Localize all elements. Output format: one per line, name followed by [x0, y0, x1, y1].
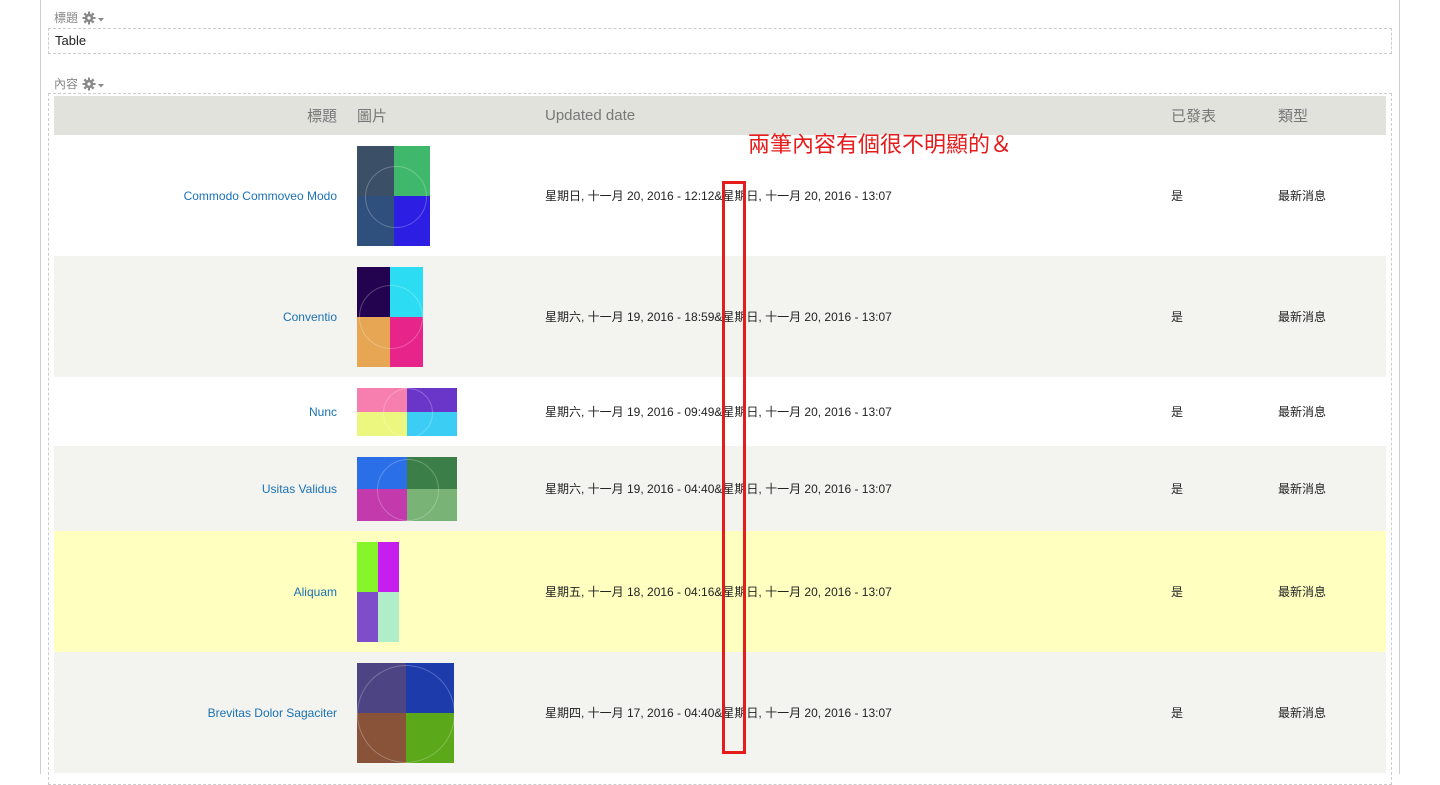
row-thumbnail[interactable] — [357, 541, 399, 642]
row-thumbnail[interactable] — [357, 662, 455, 763]
row-type: 最新消息 — [1270, 256, 1386, 377]
row-thumbnail[interactable] — [357, 266, 423, 367]
row-image-cell — [349, 256, 537, 377]
annotation-text: 兩筆內容有個很不明顯的＆ — [748, 132, 1013, 157]
table-row: Conventio 星期六, 十一月 19, 2016 - 18:59&星期日,… — [54, 256, 1386, 377]
row-image-cell — [349, 446, 537, 531]
column-header-title[interactable]: 標題 — [54, 96, 349, 135]
row-published: 是 — [1163, 256, 1270, 377]
title-field-box — [48, 28, 1392, 54]
row-published: 是 — [1163, 377, 1270, 446]
title-field-value: Table — [55, 33, 87, 48]
row-title-cell: Commodo Commoveo Modo — [54, 135, 349, 256]
content-field-label-text: 內容 — [54, 77, 79, 91]
row-title-cell: Brevitas Dolor Sagaciter — [54, 652, 349, 773]
row-thumbnail[interactable] — [357, 387, 457, 438]
gear-icon[interactable] — [82, 11, 106, 25]
table-header-row: 標題 圖片 Updated date 已發表 類型 — [54, 96, 1386, 135]
title-field-label: 標題 — [54, 9, 106, 26]
row-thumbnail[interactable] — [357, 145, 430, 246]
content-field-label: 內容 — [54, 75, 106, 92]
row-type: 最新消息 — [1270, 446, 1386, 531]
row-title-cell: Aliquam — [54, 531, 349, 652]
row-published: 是 — [1163, 531, 1270, 652]
title-field-label-text: 標題 — [54, 11, 79, 25]
row-published: 是 — [1163, 446, 1270, 531]
row-updated-date: 星期六, 十一月 19, 2016 - 18:59&星期日, 十一月 20, 2… — [537, 256, 1163, 377]
row-published: 是 — [1163, 652, 1270, 773]
row-updated-date: 星期五, 十一月 18, 2016 - 04:16&星期日, 十一月 20, 2… — [537, 531, 1163, 652]
row-updated-date: 星期四, 十一月 17, 2016 - 04:40&星期日, 十一月 20, 2… — [537, 652, 1163, 773]
row-updated-date: 星期六, 十一月 19, 2016 - 09:49&星期日, 十一月 20, 2… — [537, 377, 1163, 446]
row-image-cell — [349, 377, 537, 446]
row-title-cell: Nunc — [54, 377, 349, 446]
row-title-link[interactable]: Brevitas Dolor Sagaciter — [208, 706, 337, 720]
row-image-cell — [349, 531, 537, 652]
row-type: 最新消息 — [1270, 135, 1386, 256]
row-title-cell: Usitas Validus — [54, 446, 349, 531]
row-image-cell — [349, 652, 537, 773]
table-row: Brevitas Dolor Sagaciter 星期四, 十一月 17, 20… — [54, 652, 1386, 773]
row-image-cell — [349, 135, 537, 256]
row-thumbnail[interactable] — [357, 456, 457, 521]
table-row: Aliquam 星期五, 十一月 18, 2016 - 04:16&星期日, 十… — [54, 531, 1386, 652]
annotation-highlight-box — [722, 181, 746, 754]
row-title-link[interactable]: Conventio — [283, 310, 337, 324]
row-title-link[interactable]: Aliquam — [294, 585, 337, 599]
content-table: 標題 圖片 Updated date 已發表 類型 Commodo Commov… — [54, 96, 1386, 773]
column-header-image: 圖片 — [349, 96, 537, 135]
column-header-type[interactable]: 類型 — [1270, 96, 1386, 135]
row-type: 最新消息 — [1270, 652, 1386, 773]
row-title-cell: Conventio — [54, 256, 349, 377]
row-type: 最新消息 — [1270, 377, 1386, 446]
column-header-published[interactable]: 已發表 — [1163, 96, 1270, 135]
row-updated-date: 星期六, 十一月 19, 2016 - 04:40&星期日, 十一月 20, 2… — [537, 446, 1163, 531]
row-title-link[interactable]: Commodo Commoveo Modo — [184, 189, 337, 203]
table-row: Commodo Commoveo Modo 星期日, 十一月 20, 2016 … — [54, 135, 1386, 256]
row-type: 最新消息 — [1270, 531, 1386, 652]
row-title-link[interactable]: Usitas Validus — [262, 482, 337, 496]
table-row: Usitas Validus 星期六, 十一月 19, 2016 - 04:40… — [54, 446, 1386, 531]
gear-icon[interactable] — [82, 77, 106, 91]
row-title-link[interactable]: Nunc — [309, 405, 337, 419]
row-published: 是 — [1163, 135, 1270, 256]
table-row: Nunc 星期六, 十一月 19, 2016 - 09:49&星期日, 十一月 … — [54, 377, 1386, 446]
